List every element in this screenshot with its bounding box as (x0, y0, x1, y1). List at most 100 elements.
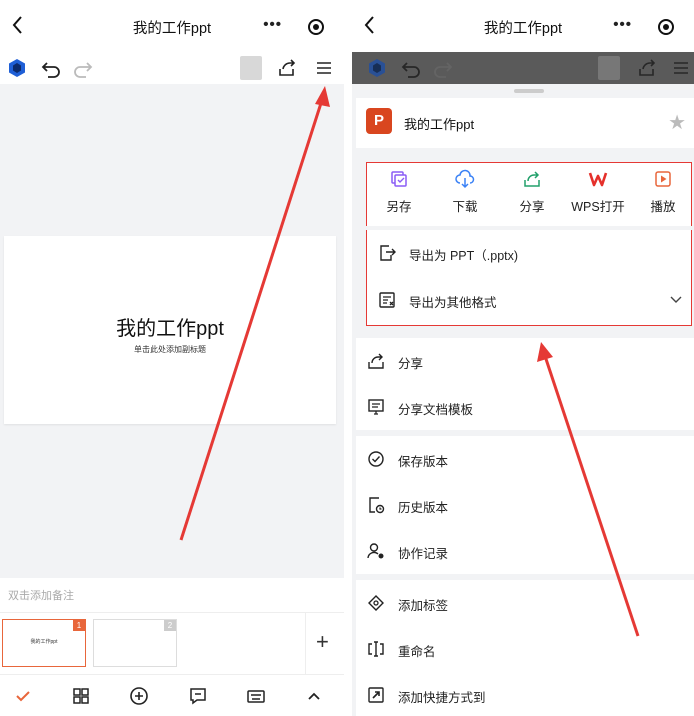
action-label: WPS打开 (571, 200, 625, 214)
check-circle-icon (368, 451, 384, 467)
redo-icon (434, 62, 453, 78)
slide-number: 2 (164, 620, 176, 631)
grid-icon[interactable] (70, 685, 92, 707)
menu-label: 添加标签 (398, 599, 449, 613)
version-group: 保存版本 历史版本 协作记录 (356, 436, 694, 574)
undo-icon (401, 62, 420, 78)
menu-label: 协作记录 (398, 547, 449, 561)
wps-open-button[interactable]: WPS打开 (568, 169, 628, 219)
comment-icon[interactable] (187, 685, 209, 707)
check-icon[interactable] (12, 685, 34, 707)
share-item[interactable]: 分享 (356, 338, 694, 384)
save-version-item[interactable]: 保存版本 (356, 436, 694, 482)
app-logo-icon[interactable] (6, 57, 28, 79)
share-icon (524, 171, 540, 187)
target-icon[interactable] (308, 19, 324, 35)
file-header: P 我的工作ppt ★ (356, 98, 694, 148)
thumbnail-title: 我的工作ppt (30, 639, 58, 645)
menu-label: 导出为 PPT（.pptx) (409, 249, 519, 263)
slide-number: 1 (73, 620, 85, 631)
menu-label: 导出为其他格式 (409, 296, 497, 310)
document-title: 我的工作ppt (132, 21, 212, 37)
action-label: 另存 (386, 200, 412, 214)
share-icon[interactable] (276, 57, 298, 79)
menu-icon[interactable] (313, 57, 335, 79)
action-label: 下载 (452, 200, 478, 214)
menu-label: 添加快捷方式到 (398, 691, 486, 705)
template-icon (368, 399, 384, 415)
keyboard-icon[interactable] (245, 685, 267, 707)
history-icon (369, 497, 385, 514)
divider (305, 613, 306, 675)
top-bar: 我的工作ppt ••• (352, 0, 694, 52)
share-icon (368, 353, 384, 369)
edit-toolbar-dimmed (352, 52, 694, 84)
more-options-icon[interactable]: ••• (613, 16, 632, 33)
collab-record-item[interactable]: 协作记录 (356, 528, 694, 574)
menu-panel: 我的工作ppt ••• P 我的工作ppt ★ 另存 下载 分享 WPS打开 播… (352, 0, 694, 716)
chevron-up-icon[interactable] (303, 685, 325, 707)
rename-icon (368, 641, 384, 657)
editor-panel: 我的工作ppt ••• 我的工作ppt 单击此处添加副标题 双击添加备注 1 我… (0, 0, 344, 716)
target-icon[interactable] (658, 19, 674, 35)
save-as-button[interactable]: 另存 (369, 169, 429, 219)
thumbnail-slide-1[interactable]: 1 我的工作ppt (2, 619, 86, 667)
play-button[interactable]: 播放 (633, 169, 693, 219)
slide-thumbnails: 1 我的工作ppt 2 + (0, 612, 344, 675)
share-group: 分享 分享文档模板 (356, 338, 694, 430)
action-label: 播放 (650, 200, 676, 214)
highlighted-actions: 另存 下载 分享 WPS打开 播放 导出为 PPT（.pptx) 导出为其他格式 (366, 162, 693, 326)
history-version-item[interactable]: 历史版本 (356, 482, 694, 528)
export-other-format-item[interactable]: 导出为其他格式 (367, 277, 691, 323)
add-shortcut-item[interactable]: 添加快捷方式到 (356, 672, 694, 716)
more-menu-sheet: P 我的工作ppt ★ 另存 下载 分享 WPS打开 播放 导出为 PPT（.p… (356, 86, 694, 716)
slide-canvas[interactable]: 我的工作ppt 单击此处添加副标题 (4, 236, 336, 424)
shortcut-icon (368, 687, 384, 703)
collab-icon (367, 543, 384, 559)
add-circle-icon[interactable] (128, 685, 150, 707)
slide-title[interactable]: 我的工作ppt (4, 312, 336, 341)
thumbnail-slide-2[interactable]: 2 (93, 619, 177, 667)
avatar[interactable] (240, 56, 262, 80)
action-label: 分享 (519, 200, 545, 214)
quick-actions: 另存 下载 分享 WPS打开 播放 (367, 163, 691, 223)
download-button[interactable]: 下载 (435, 169, 495, 219)
app-logo-icon (369, 59, 385, 77)
edit-toolbar (0, 52, 344, 84)
add-slide-icon[interactable]: + (316, 629, 329, 655)
notes-placeholder: 双击添加备注 (8, 590, 74, 602)
avatar (598, 56, 620, 80)
menu-label: 分享文档模板 (398, 403, 474, 417)
chevron-down-icon[interactable] (669, 292, 683, 306)
other-group: 添加标签 重命名 添加快捷方式到 (356, 580, 694, 716)
slide-subtitle[interactable]: 单击此处添加副标题 (4, 344, 336, 355)
notes-area[interactable]: 双击添加备注 (0, 578, 344, 612)
download-cloud-icon (455, 169, 475, 189)
redo-icon[interactable] (72, 57, 94, 79)
file-name: 我的工作ppt (404, 117, 475, 132)
add-tag-item[interactable]: 添加标签 (356, 580, 694, 626)
star-icon[interactable]: ★ (668, 110, 686, 135)
tag-icon (368, 595, 384, 611)
menu-icon (674, 62, 688, 74)
ppt-file-icon: P (366, 108, 392, 134)
menu-label: 历史版本 (398, 501, 449, 515)
share-button[interactable]: 分享 (502, 169, 562, 219)
sheet-handle[interactable] (514, 89, 544, 93)
menu-label: 分享 (398, 357, 424, 371)
export-format-icon (379, 292, 395, 308)
undo-icon[interactable] (40, 57, 62, 79)
menu-label: 保存版本 (398, 455, 449, 469)
menu-label: 重命名 (398, 645, 436, 659)
export-pptx-item[interactable]: 导出为 PPT（.pptx) (367, 230, 691, 276)
share-template-item[interactable]: 分享文档模板 (356, 384, 694, 430)
rename-item[interactable]: 重命名 (356, 626, 694, 672)
bottom-toolbar (0, 674, 344, 716)
share-icon (639, 59, 656, 76)
top-bar: 我的工作ppt ••• (0, 0, 344, 52)
panel-divider (344, 0, 352, 716)
document-title: 我的工作ppt (483, 21, 563, 37)
wps-icon (588, 172, 608, 187)
save-as-icon (391, 171, 407, 187)
more-options-icon[interactable]: ••• (263, 16, 282, 33)
